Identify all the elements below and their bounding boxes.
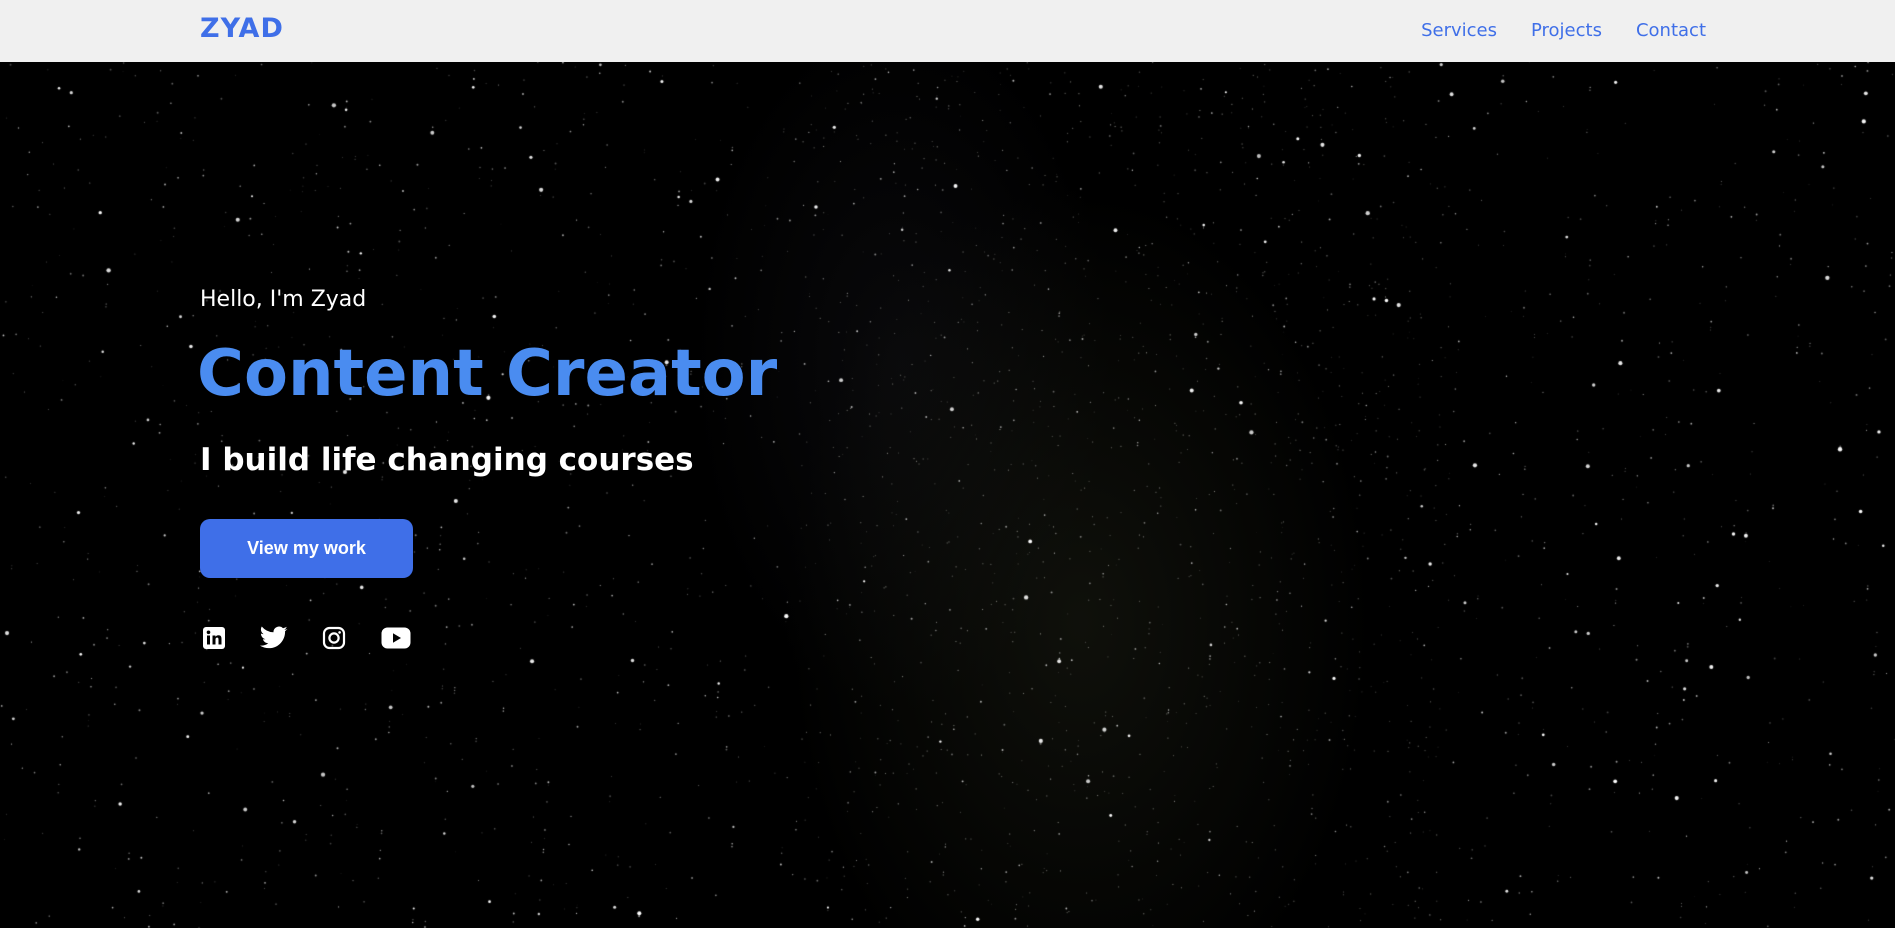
- logo[interactable]: ZYAD: [200, 13, 284, 44]
- nav-link-projects[interactable]: Projects: [1531, 20, 1602, 41]
- headline: Content Creator: [197, 337, 778, 411]
- navbar: ZYAD Services Projects Contact: [0, 0, 1895, 62]
- nav-links: Services Projects Contact: [1421, 20, 1706, 41]
- instagram-icon[interactable]: [320, 624, 348, 652]
- youtube-icon[interactable]: [380, 624, 412, 652]
- twitter-icon[interactable]: [260, 624, 288, 652]
- nav-link-services[interactable]: Services: [1421, 20, 1497, 41]
- hero-section: Hello, I'm Zyad Content Creator I build …: [0, 62, 1895, 928]
- social-links: [200, 624, 412, 652]
- page: ZYAD Services Projects Contact Hello, I'…: [0, 0, 1895, 928]
- view-my-work-button[interactable]: View my work: [200, 519, 413, 578]
- starfield-background: [0, 62, 1895, 928]
- nav-link-contact[interactable]: Contact: [1636, 20, 1706, 41]
- tagline: I build life changing courses: [200, 442, 694, 478]
- greeting: Hello, I'm Zyad: [200, 287, 367, 312]
- linkedin-icon[interactable]: [200, 624, 228, 652]
